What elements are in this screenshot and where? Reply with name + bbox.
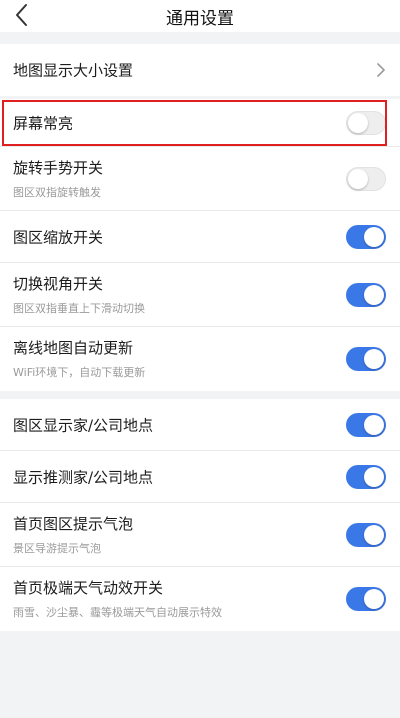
setting-map-size[interactable]: 地图显示大小设置	[0, 44, 400, 96]
setting-description: WiFi环境下，自动下载更新	[13, 366, 146, 379]
toggle-knob	[364, 414, 384, 435]
setting-description: 雨雪、沙尘暴、霾等极端天气自动展示特效	[13, 606, 222, 619]
setting-label: 切换视角开关	[13, 275, 104, 293]
setting-zoom[interactable]: 图区缩放开关	[0, 211, 400, 263]
setting-rotate-gesture[interactable]: 旋转手势开关 图区双指旋转触发	[0, 147, 400, 211]
zoom-toggle[interactable]	[346, 224, 386, 249]
group-home-settings: 图区显示家/公司地点 显示推测家/公司地点 首页图区提示气泡 景区导游提示气泡 …	[0, 399, 400, 631]
setting-extreme-weather[interactable]: 首页极端天气动效开关 雨雪、沙尘暴、霾等极端天气自动展示特效	[0, 567, 400, 631]
setting-show-home-company[interactable]: 图区显示家/公司地点	[0, 399, 400, 451]
toggle-knob	[364, 589, 384, 609]
rotate-gesture-toggle[interactable]	[346, 166, 386, 191]
setting-label: 旋转手势开关	[13, 159, 104, 177]
toggle-knob	[364, 466, 384, 487]
page-title: 通用设置	[166, 9, 234, 29]
setting-label: 地图显示大小设置	[13, 61, 134, 80]
setting-label: 图区缩放开关	[13, 228, 104, 246]
setting-screen-on[interactable]: 屏幕常亮	[0, 99, 400, 147]
toggle-knob	[364, 349, 384, 369]
setting-switch-view[interactable]: 切换视角开关 图区双指垂直上下滑动切换	[0, 263, 400, 327]
setting-description: 图区双指垂直上下滑动切换	[13, 302, 145, 315]
setting-label: 首页极端天气动效开关	[13, 579, 164, 597]
top-bar: 通用设置	[0, 0, 400, 32]
toggle-knob	[364, 524, 384, 545]
extreme-weather-toggle[interactable]	[346, 587, 386, 611]
setting-predict-home-company[interactable]: 显示推测家/公司地点	[0, 451, 400, 503]
setting-label: 显示推测家/公司地点	[13, 468, 154, 486]
setting-description: 景区导游提示气泡	[13, 542, 101, 555]
toggle-knob	[364, 226, 384, 247]
predict-home-company-toggle[interactable]	[346, 464, 386, 489]
screen-on-toggle[interactable]	[346, 110, 386, 135]
setting-label: 图区显示家/公司地点	[13, 416, 154, 434]
group-display-settings: 屏幕常亮 旋转手势开关 图区双指旋转触发 图区缩放开关 切换视角开关 图区双指垂…	[0, 99, 400, 391]
setting-label: 离线地图自动更新	[13, 339, 134, 357]
show-home-company-toggle[interactable]	[346, 412, 386, 437]
setting-label: 屏幕常亮	[13, 114, 74, 132]
offline-map-update-toggle[interactable]	[346, 347, 386, 371]
setting-home-bubble[interactable]: 首页图区提示气泡 景区导游提示气泡	[0, 503, 400, 567]
setting-description: 图区双指旋转触发	[13, 186, 101, 199]
setting-label: 首页图区提示气泡	[13, 515, 134, 533]
toggle-knob	[348, 112, 368, 133]
toggle-knob	[348, 168, 368, 189]
switch-view-toggle[interactable]	[346, 282, 386, 307]
group-map-size: 地图显示大小设置	[0, 44, 400, 96]
home-bubble-toggle[interactable]	[346, 522, 386, 547]
toggle-knob	[364, 284, 384, 305]
setting-offline-map-update[interactable]: 离线地图自动更新 WiFi环境下，自动下载更新	[0, 327, 400, 391]
chevron-right-icon	[376, 63, 386, 77]
